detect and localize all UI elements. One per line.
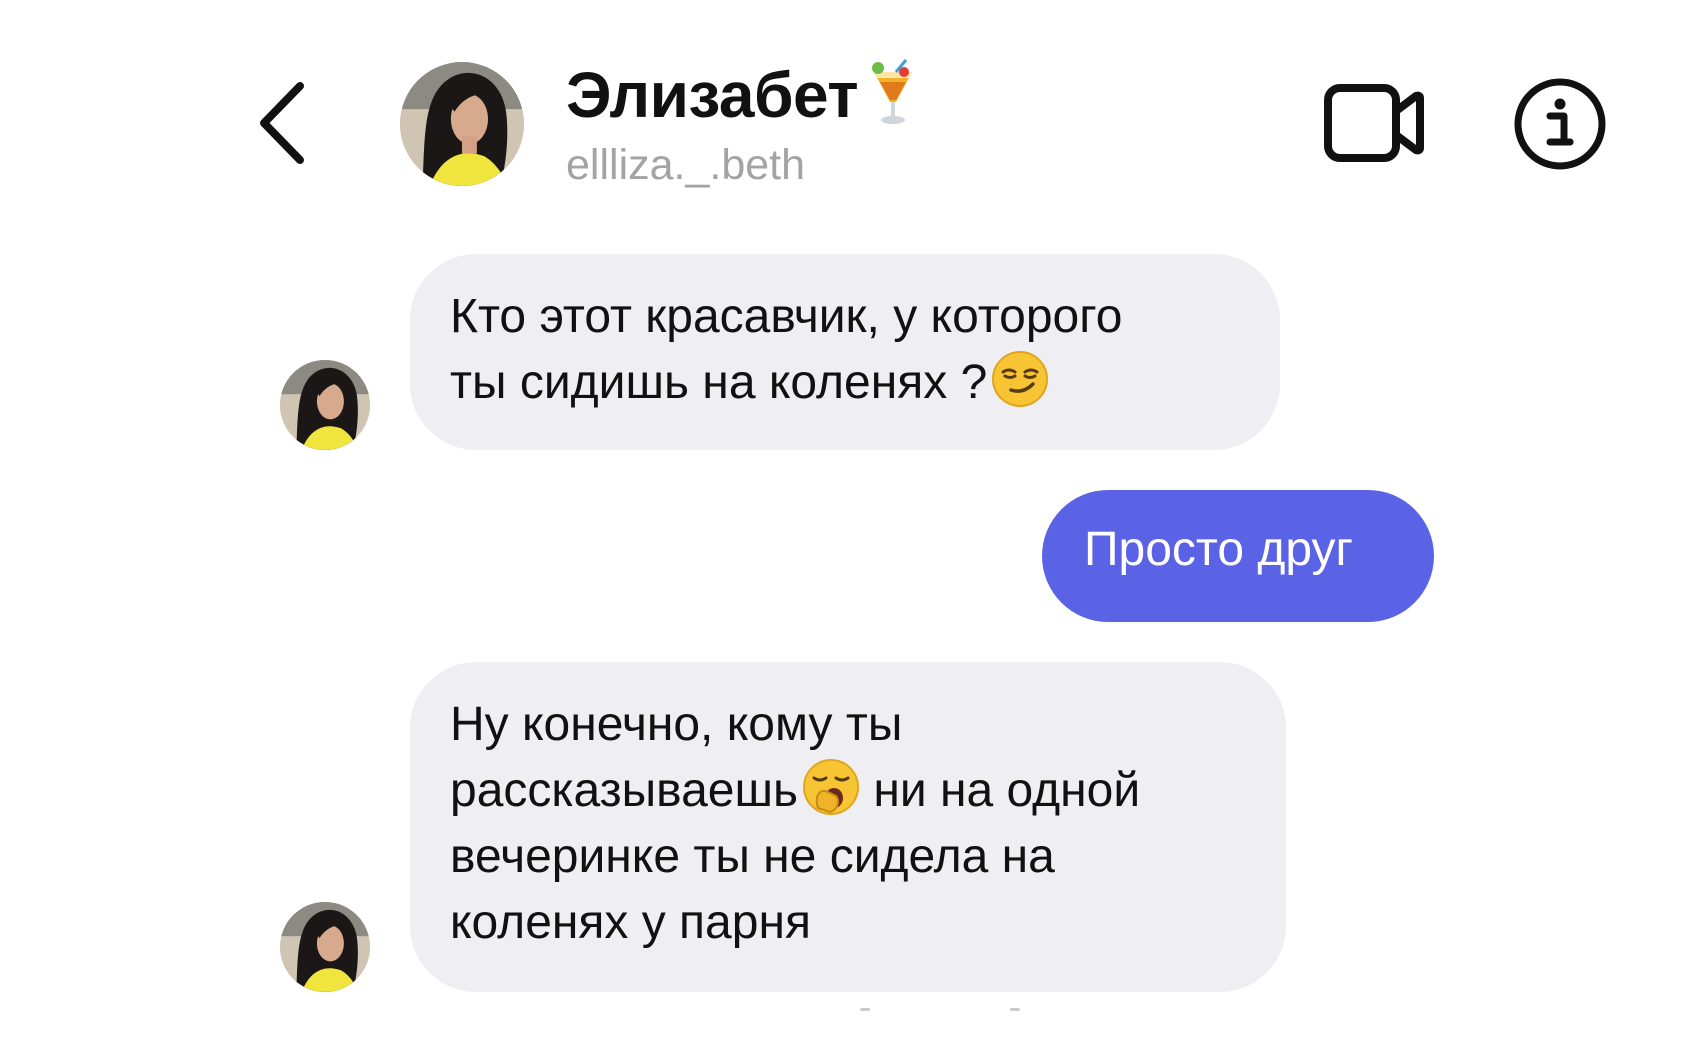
message-line: вечеринке ты не сидела на [450, 830, 1055, 883]
incoming-message[interactable]: Ну конечно, кому ты рассказываешь ни на … [410, 662, 1286, 992]
yawning-face-emoji [802, 758, 860, 816]
tropical-drink-emoji [866, 58, 920, 130]
contact-title[interactable]: Элизабет ellliza._.beth [566, 58, 920, 192]
direct-message-screen: Элизабет ellliza._.beth Кто этот красавч… [0, 0, 1708, 1050]
avatar-photo [400, 62, 524, 186]
message-line: Просто друг [1084, 523, 1354, 576]
incoming-message[interactable]: Кто этот красавчик, у которого ты сидишь… [410, 254, 1280, 450]
message-sender-avatar[interactable] [280, 902, 370, 992]
message-line: Ну конечно, кому ты [450, 698, 903, 751]
message-line-with-emoji: рассказываешь ни на одной [450, 758, 1246, 824]
smirking-face-emoji [991, 350, 1049, 408]
contact-avatar[interactable] [400, 62, 524, 186]
info-icon [1514, 78, 1606, 170]
next-message-edge [860, 1008, 1060, 1014]
chevron-left-icon [260, 82, 304, 164]
avatar-photo [280, 902, 370, 992]
info-button[interactable] [1512, 76, 1608, 172]
contact-username: ellliza._.beth [566, 141, 806, 189]
contact-name: Элизабет [566, 58, 920, 132]
message-line: ни на одной [873, 764, 1141, 817]
outgoing-message[interactable]: Просто друг [1042, 490, 1434, 622]
chat-header: Элизабет ellliza._.beth [0, 0, 1708, 230]
avatar-photo [280, 360, 370, 450]
message-line: коленях у парня [450, 896, 811, 949]
message-sender-avatar[interactable] [280, 360, 370, 450]
message-line: Кто этот красавчик, у которого [450, 290, 1123, 343]
contact-name-text: Элизабет [566, 59, 859, 131]
video-camera-icon [1324, 84, 1424, 162]
message-line: ты сидишь на коленях ? [450, 356, 988, 409]
message-line: рассказываешь [450, 764, 798, 817]
back-button[interactable] [250, 78, 320, 168]
message-line-with-emoji: ты сидишь на коленях ? [450, 350, 1240, 416]
video-call-button[interactable] [1322, 78, 1426, 168]
